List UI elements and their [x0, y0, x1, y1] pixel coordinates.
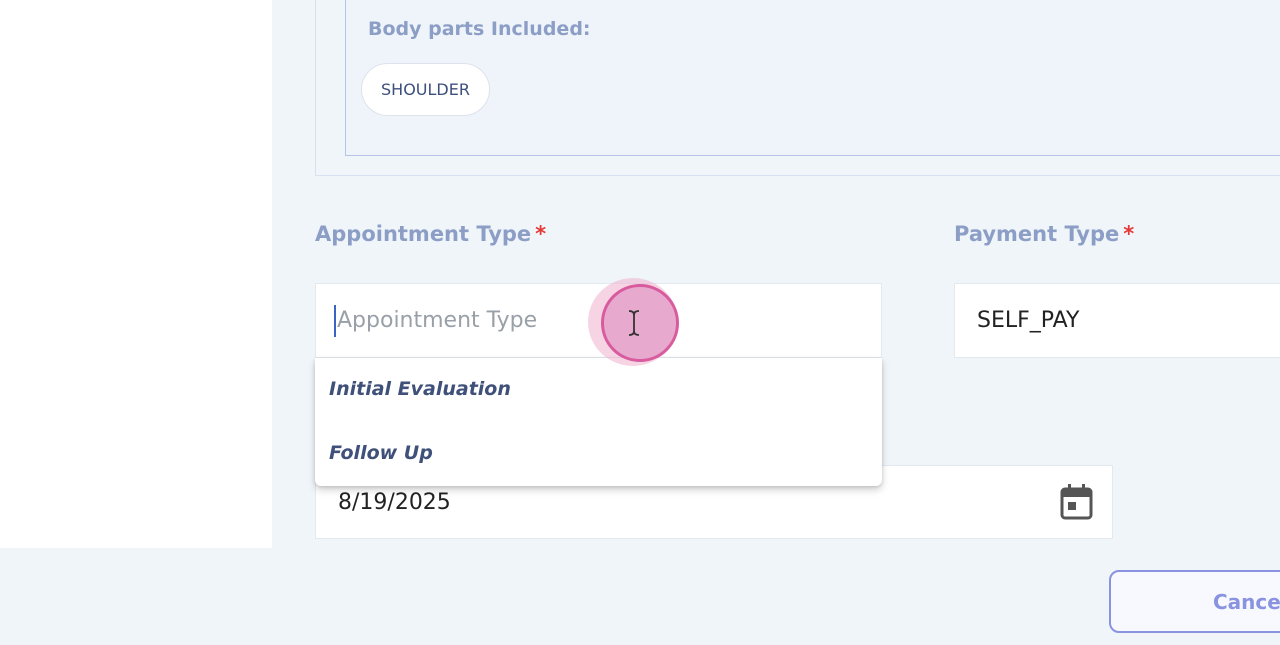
required-asterisk: * [1123, 222, 1135, 246]
payment-type-value: SELF_PAY [977, 308, 1080, 333]
option-initial-evaluation[interactable]: Initial Evaluation [329, 378, 511, 400]
body-part-chip-shoulder[interactable]: SHOULDER [361, 63, 490, 116]
left-panel [0, 0, 272, 548]
calendar-icon[interactable] [1060, 484, 1093, 524]
payment-type-label-text: Payment Type [954, 222, 1120, 246]
required-asterisk: * [535, 222, 547, 246]
payment-type-label: Payment Type * [954, 222, 1134, 246]
cancel-button[interactable]: Cance [1109, 570, 1280, 633]
body-parts-label: Body parts Included: [368, 18, 591, 40]
appointment-date-value: 8/19/2025 [338, 489, 451, 515]
option-follow-up[interactable]: Follow Up [329, 442, 433, 464]
appointment-type-label: Appointment Type * [315, 222, 546, 246]
appointment-type-dropdown: Initial Evaluation Follow Up [315, 358, 882, 486]
appointment-type-placeholder: Appointment Type [337, 308, 538, 333]
text-cursor-icon [625, 308, 643, 342]
appointment-form-page: Body parts Included: SHOULDER Appointmen… [0, 0, 1280, 645]
text-caret [334, 304, 336, 337]
appointment-type-label-text: Appointment Type [315, 222, 532, 246]
payment-type-input[interactable]: SELF_PAY [954, 283, 1280, 358]
